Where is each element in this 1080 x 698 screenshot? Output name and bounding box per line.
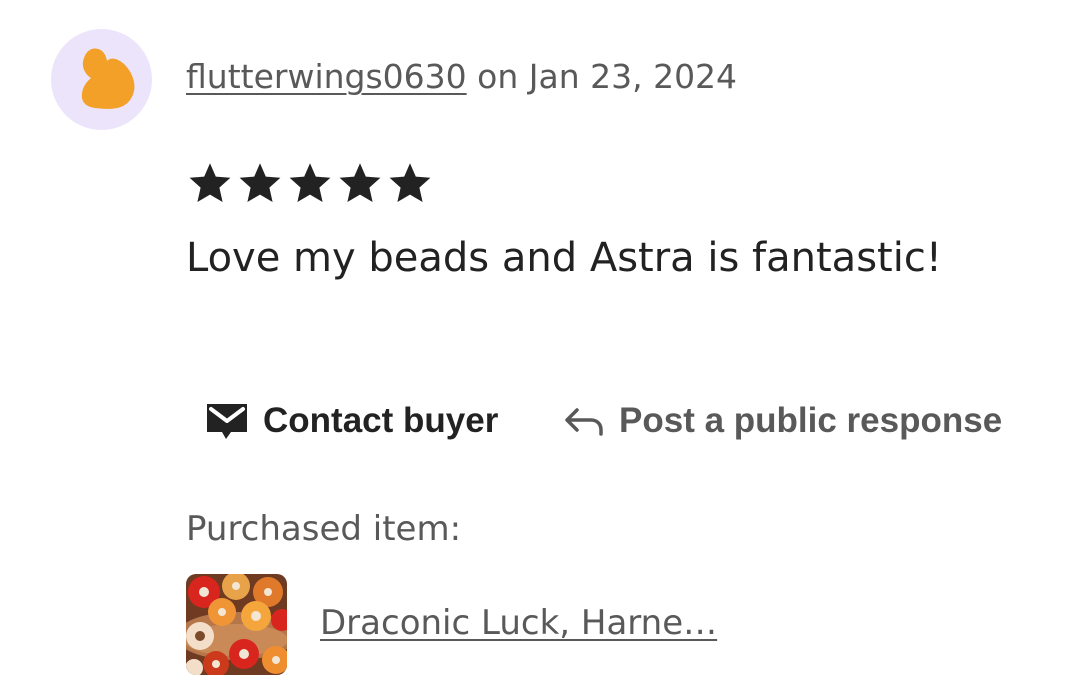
star-icon bbox=[336, 160, 384, 208]
contact-buyer-label: Contact buyer bbox=[263, 401, 499, 440]
avatar-icon bbox=[81, 48, 135, 109]
review-date: on Jan 23, 2024 bbox=[466, 57, 738, 96]
star-icon bbox=[286, 160, 334, 208]
star-icon bbox=[386, 160, 434, 208]
purchased-item-label: Purchased item: bbox=[186, 509, 462, 549]
reply-arrow-icon bbox=[563, 404, 605, 438]
review-header: flutterwings0630 on Jan 23, 2024 bbox=[186, 54, 737, 100]
reviewer-username-link[interactable]: flutterwings0630 bbox=[186, 57, 467, 96]
star-icon bbox=[236, 160, 284, 208]
review-text: Love my beads and Astra is fantastic! bbox=[186, 235, 942, 281]
avatar[interactable] bbox=[51, 29, 152, 130]
post-public-response-label: Post a public response bbox=[619, 401, 1003, 440]
post-public-response-button[interactable]: Post a public response bbox=[563, 396, 1002, 446]
purchased-item-link[interactable]: Draconic Luck, Harne… bbox=[320, 600, 717, 646]
star-rating bbox=[186, 160, 434, 208]
purchased-item-thumbnail[interactable] bbox=[186, 574, 287, 675]
mail-icon bbox=[205, 401, 249, 441]
star-icon bbox=[186, 160, 234, 208]
contact-buyer-button[interactable]: Contact buyer bbox=[205, 396, 498, 446]
